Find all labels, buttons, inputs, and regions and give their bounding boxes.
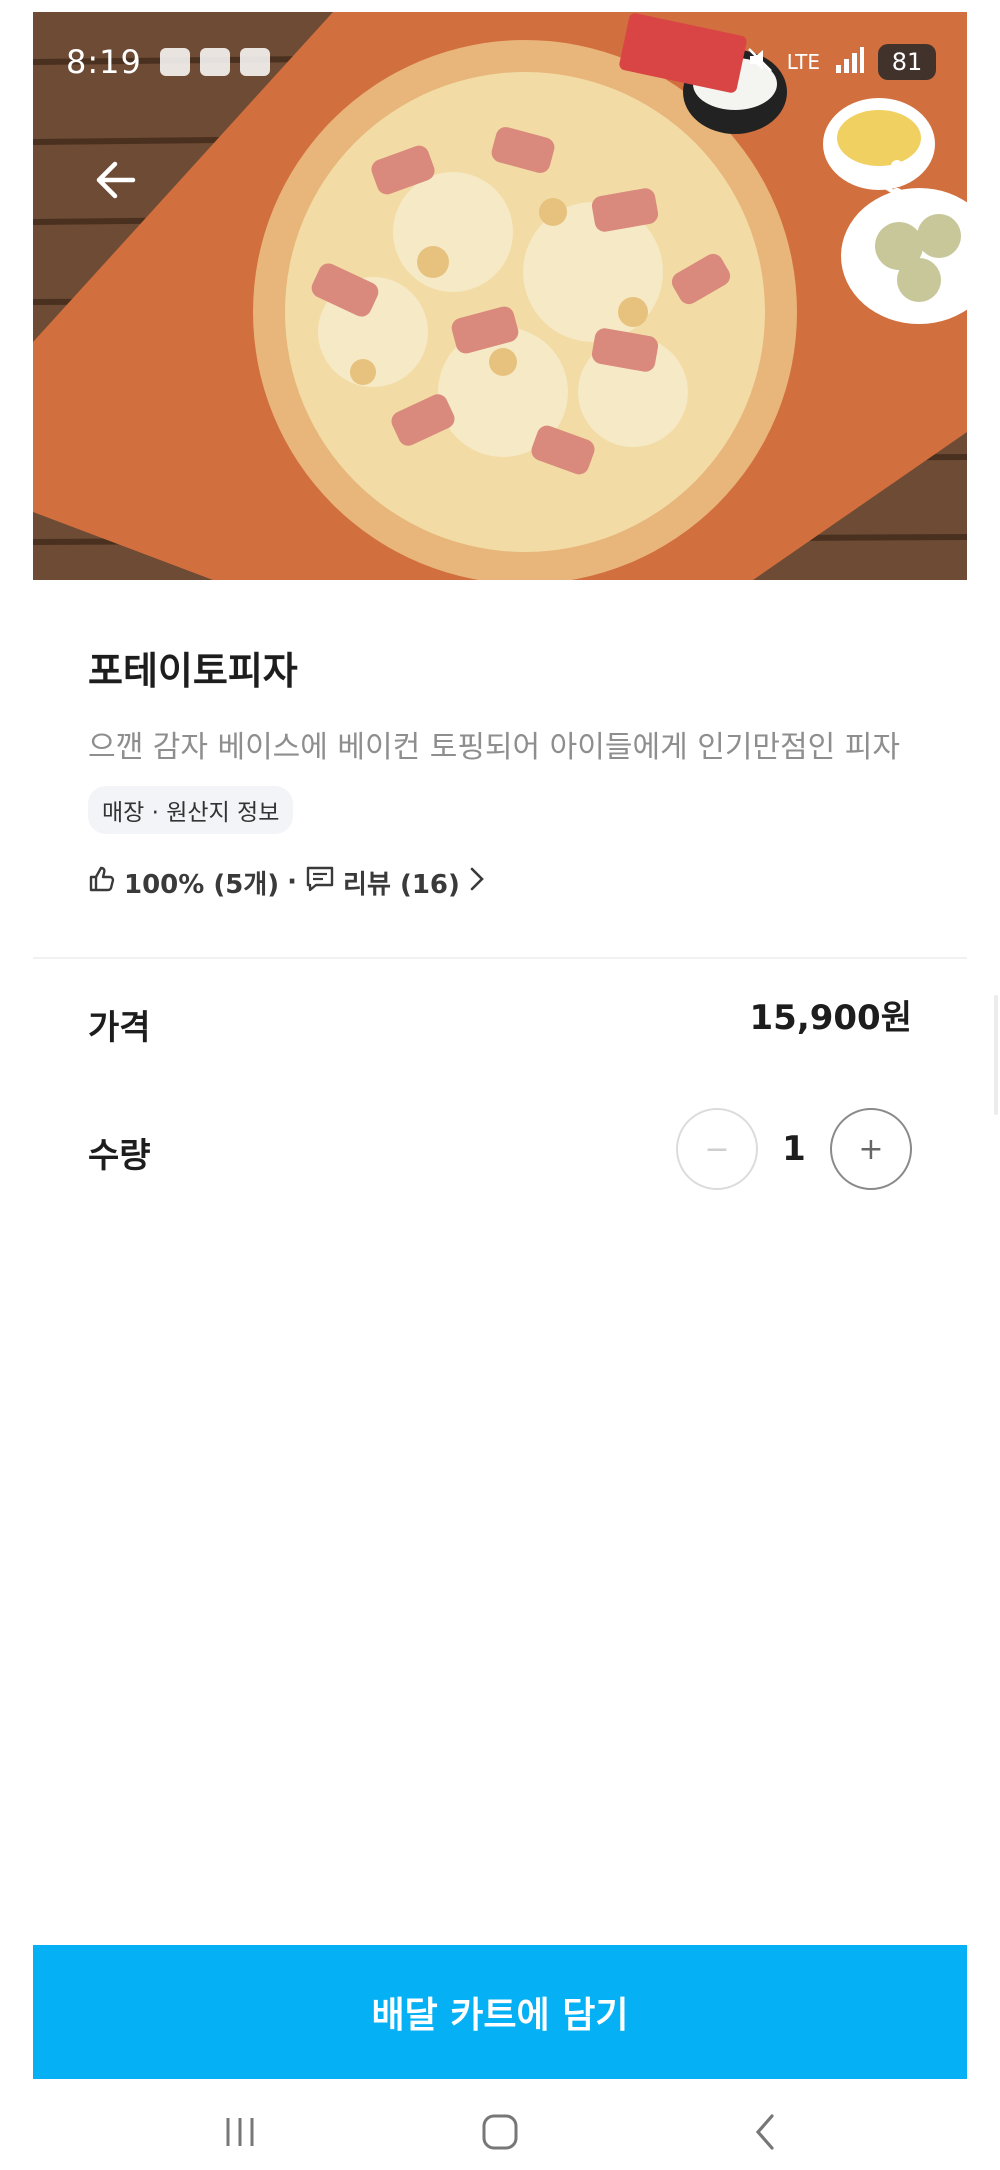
mute-icon xyxy=(747,43,773,81)
home-button[interactable] xyxy=(470,2110,530,2154)
system-navigation-bar xyxy=(0,2092,1000,2170)
quantity-label: 수량 xyxy=(88,1136,151,1176)
home-icon xyxy=(482,2114,518,2150)
reviews-label: 리뷰 (16) xyxy=(343,869,460,900)
divider xyxy=(33,957,967,959)
thumbs-up-icon xyxy=(88,865,116,900)
rating-row: 100% (5개) · 리뷰 (16) xyxy=(88,862,486,902)
rating-separator: · xyxy=(287,867,298,897)
product-image xyxy=(33,12,967,580)
chevron-left-icon xyxy=(755,2114,774,2150)
quantity-value: 1 xyxy=(782,1129,806,1169)
notification-icon xyxy=(199,48,230,76)
increase-quantity-button[interactable]: + xyxy=(830,1108,912,1190)
recent-apps-button[interactable] xyxy=(210,2110,270,2154)
product-description: 으깬 감자 베이스에 베이컨 토핑되어 아이들에게 인기만점인 피자 xyxy=(88,730,900,765)
network-label: LTE xyxy=(786,50,820,74)
add-to-delivery-cart-button[interactable]: 배달 카트에 담기 xyxy=(33,1945,967,2079)
chevron-right-icon xyxy=(468,866,486,899)
share-icon xyxy=(867,160,903,200)
product-title: 포테이토피자 xyxy=(88,649,298,693)
signal-icon xyxy=(834,43,864,81)
voicemail-icon xyxy=(239,48,270,76)
decrease-quantity-button[interactable]: − xyxy=(676,1108,758,1190)
scroll-indicator xyxy=(994,995,998,1115)
arrow-left-icon xyxy=(96,161,136,199)
share-button[interactable] xyxy=(855,150,915,210)
notification-icons xyxy=(159,48,270,76)
recent-apps-icon xyxy=(226,2118,254,2146)
quantity-stepper: − 1 + xyxy=(676,1106,912,1192)
rating-value: 100% (5개) xyxy=(124,869,280,900)
status-time: 8:19 xyxy=(66,43,142,81)
status-bar: 8:19 LTE 81 xyxy=(66,40,936,84)
store-origin-info-button[interactable]: 매장 · 원산지 정보 xyxy=(88,786,294,834)
back-nav-button[interactable] xyxy=(735,2110,795,2154)
price-value: 15,900원 xyxy=(749,998,912,1038)
price-label: 가격 xyxy=(88,1008,151,1048)
back-button[interactable] xyxy=(85,150,145,210)
comment-icon xyxy=(305,865,335,900)
message-icon xyxy=(159,48,190,76)
status-right: LTE 81 xyxy=(747,43,936,81)
battery-indicator: 81 xyxy=(878,44,936,80)
reviews-link[interactable]: 리뷰 (16) xyxy=(305,864,486,901)
